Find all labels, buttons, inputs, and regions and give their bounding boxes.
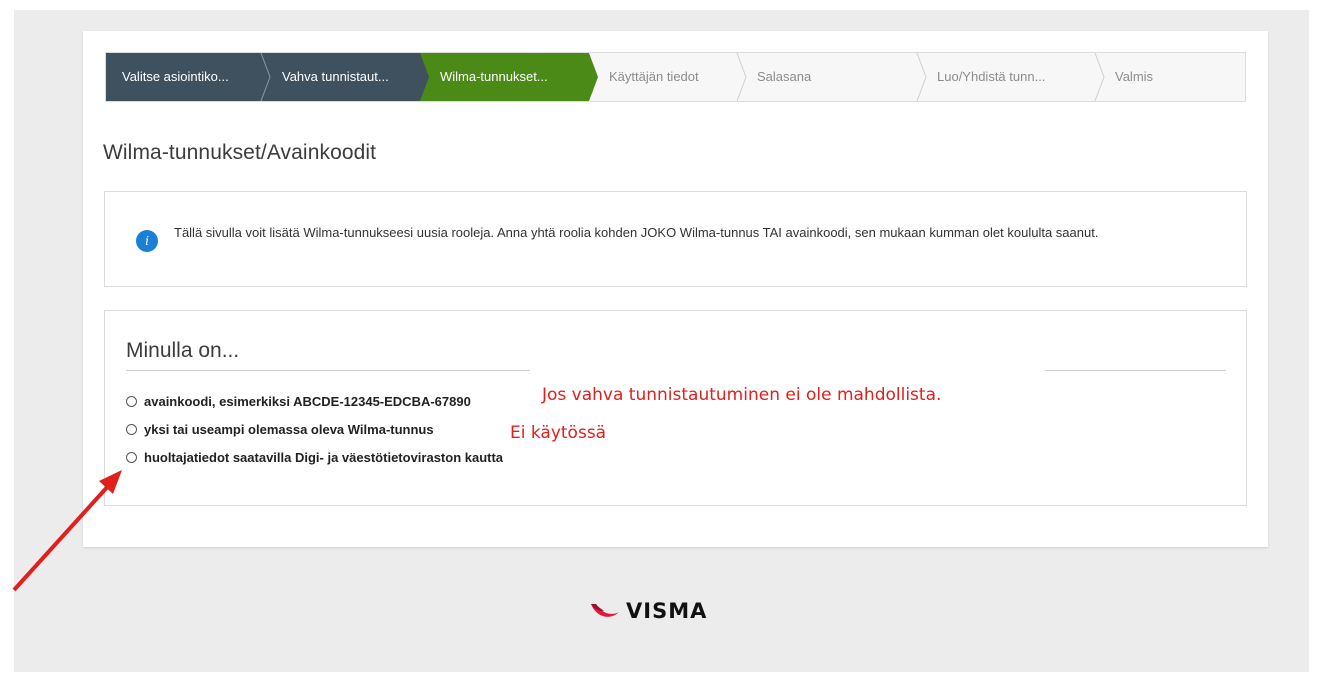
annotation-note-2: Ei käytössä [510,423,607,443]
step-separator-icon [258,53,271,101]
option-guardian-info-dvv[interactable]: huoltajatiedot saatavilla Digi- ja väest… [126,450,503,465]
cropped-top-text [0,0,1317,10]
option-label: avainkoodi, esimerkiksi ABCDE-12345-EDCB… [144,394,471,409]
step-label: Vahva tunnistaut... [282,69,389,84]
radio-button[interactable] [126,396,137,407]
option-label: yksi tai useampi olemassa oleva Wilma-tu… [144,422,434,437]
option-access-code[interactable]: avainkoodi, esimerkiksi ABCDE-12345-EDCB… [126,394,471,409]
step-separator-icon [736,53,747,101]
info-icon: i [136,230,158,252]
logo-text: VISMA [626,599,708,623]
visma-logo-icon [591,604,619,617]
divider [1045,370,1226,371]
step-label: Valmis [1115,69,1154,84]
visma-logo: VISMA [590,599,707,623]
page-title: Wilma-tunnukset/Avainkoodit [103,141,377,164]
step-7: Valmis [1099,53,1245,101]
radio-button[interactable] [126,452,137,463]
step-5: Salasana [741,53,921,101]
step-separator-icon [416,53,430,101]
annotation-note-1: Jos vahva tunnistautuminen ei ole mahdol… [542,385,942,405]
step-label: Valitse asiointiko... [122,69,229,84]
role-choice-panel: Minulla on... avainkoodi, esimerkiksi AB… [104,310,1247,506]
wizard-card: Valitse asiointiko... Vahva tunnistaut..… [83,31,1268,547]
option-existing-wilma-account[interactable]: yksi tai useampi olemassa oleva Wilma-tu… [126,422,434,437]
info-text: Tällä sivulla voit lisätä Wilma-tunnukse… [174,225,1099,240]
step-3-active[interactable]: Wilma-tunnukset... [424,53,593,101]
step-label: Käyttäjän tiedot [609,69,699,84]
radio-button[interactable] [126,424,137,435]
choice-title: Minulla on... [126,339,240,362]
option-label: huoltajatiedot saatavilla Digi- ja väest… [144,450,504,465]
step-2[interactable]: Vahva tunnistaut... [266,53,424,101]
step-label: Salasana [757,69,812,84]
wizard-stepper: Valitse asiointiko... Vahva tunnistaut..… [105,52,1246,102]
step-separator-icon [1094,53,1105,101]
divider [126,370,530,371]
step-separator-icon [585,53,599,101]
step-label: Luo/Yhdistä tunn... [937,69,1046,84]
step-4: Käyttäjän tiedot [593,53,741,101]
step-1[interactable]: Valitse asiointiko... [106,53,266,101]
step-label: Wilma-tunnukset... [440,69,548,84]
step-6: Luo/Yhdistä tunn... [921,53,1099,101]
step-separator-icon [916,53,927,101]
info-panel: i Tällä sivulla voit lisätä Wilma-tunnuk… [104,191,1247,287]
